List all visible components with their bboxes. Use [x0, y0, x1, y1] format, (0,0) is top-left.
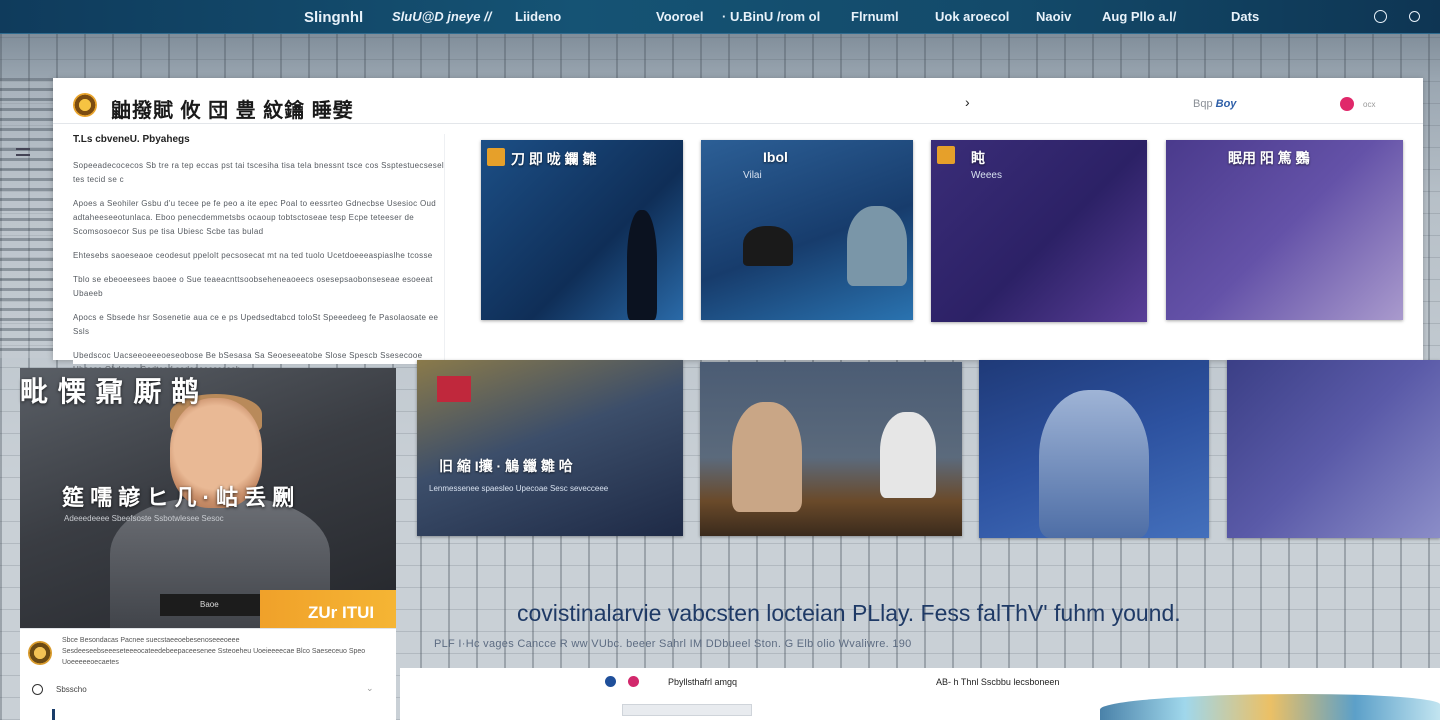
wave-graphic	[1100, 694, 1440, 720]
figure-silhouette	[627, 210, 657, 320]
nav-item-1[interactable]: SluU@D jneye //	[392, 9, 491, 24]
tile-subtitle: Weees	[971, 170, 1002, 181]
tile-subtitle: Vilai	[743, 170, 762, 181]
article-paragraph: Ehtesebs saoeseaoe ceodesut ppelolt pecs…	[73, 251, 433, 260]
header-mini-text: ocx	[1363, 100, 1376, 109]
nav-item-2[interactable]: Liideno	[515, 9, 561, 24]
sidebar-edge	[0, 78, 53, 358]
video-tile-7[interactable]	[979, 360, 1209, 538]
account-icon[interactable]	[1409, 11, 1420, 22]
figure-silhouette	[743, 226, 793, 266]
avatar[interactable]	[28, 641, 52, 665]
promo-tag: Baoe	[160, 594, 260, 616]
settings-icon[interactable]	[1374, 10, 1387, 23]
article-panel: T.Ls cbveneU. Pbyahegs Sopeeadecocecos S…	[73, 134, 445, 374]
video-tile-1[interactable]: 刀 即 咙 鑭 雛	[481, 140, 683, 320]
nav-right-link[interactable]: Dats	[1231, 9, 1259, 24]
badge-icon	[437, 376, 471, 402]
scroll-indicator[interactable]	[52, 709, 55, 720]
tile-title: 旧 縮 I攘 · 鵤 鑞 雛 哈	[439, 458, 573, 474]
tile-title: 眠用 阳 篤 鸚	[1228, 150, 1310, 166]
article-paragraph: Sopeeadecocecos Sb tre ra tep eccas pst …	[73, 161, 444, 184]
chevron-down-icon[interactable]: ⌄	[366, 683, 374, 694]
card-header: 鼬撥賦 攸 団 豊 紋鑰 睡嬖 › Bqp Boy ocx	[53, 78, 1423, 124]
video-tile-4[interactable]: 眠用 阳 篤 鸚	[1166, 140, 1403, 320]
nav-item-4[interactable]: · U.BinU /rom ol	[722, 9, 820, 24]
nav-item-7[interactable]: Naoiv	[1036, 9, 1071, 24]
video-tile-8[interactable]	[1227, 360, 1440, 538]
header-meta: Bqp Boy	[1193, 98, 1236, 110]
dot-icon[interactable]	[628, 676, 639, 687]
promo-caption: 筵 嚅 諺 ヒ 几 · 岵 丢 劂	[62, 485, 295, 510]
video-tile-3[interactable]: 盹 Weees	[931, 140, 1147, 322]
tile-title: 盹	[971, 150, 985, 166]
headline: covistinalarvie vabcsten locteian PLlay.…	[517, 600, 1181, 626]
nav-item-3[interactable]: Vooroel	[656, 9, 703, 24]
bottom-item-2[interactable]: AB- h Thnl Sscbbu lecsboneen	[936, 677, 1059, 687]
figure-silhouette	[880, 412, 936, 498]
article-paragraph: Apoes a Seohiler Gsbu d'u tecee pe fe pe…	[73, 199, 436, 236]
tile-title: 刀 即 咙 鑭 雛	[511, 151, 597, 167]
figure-silhouette	[1039, 390, 1149, 538]
meta-prefix: Bqp	[1193, 98, 1213, 110]
article-heading: T.Ls cbveneU. Pbyahegs	[73, 134, 190, 145]
card-title: 鼬撥賦 攸 団 豊 紋鑰 睡嬖	[111, 100, 354, 122]
search-label[interactable]: Sbsscho	[56, 685, 87, 694]
play-icon	[487, 148, 505, 166]
promo-title: 毗 慄 鼐 厮 鹋	[20, 376, 201, 407]
tile-subtitle: Lenmessenee spaesleo Upecoae Sesc sevecc…	[429, 484, 609, 493]
nav-item-8[interactable]: Aug Pllo a.l/	[1102, 9, 1176, 24]
meta-highlight[interactable]: Boy	[1216, 98, 1237, 110]
menu-icon[interactable]	[16, 148, 30, 156]
tile-title: Ibol	[763, 149, 788, 165]
article-paragraph: Tblo se ebeoeesees baoee o Sue teaeacntt…	[73, 275, 433, 298]
bottom-item-1[interactable]: Pbyllsthafrl amgq	[668, 677, 737, 687]
tagline: PLF I·Hc vages Cancce R ww VUbc. beeer S…	[434, 638, 912, 650]
mini-toolbar[interactable]	[622, 704, 752, 716]
figure-silhouette	[732, 402, 802, 512]
comment-panel: Sbce Besondacas Pacnee suecstaeeoebeseno…	[20, 628, 396, 720]
dot-icon[interactable]	[605, 676, 616, 687]
search-icon[interactable]	[32, 684, 43, 695]
nav-item-6[interactable]: Uok aroecol	[935, 9, 1009, 24]
video-tile-2[interactable]: Ibol Vilai	[701, 140, 913, 320]
top-navigation: Slingnhl SluU@D jneye // Liideno Vooroel…	[0, 0, 1440, 34]
promo-cta-button[interactable]: ZUr ITUI	[260, 590, 396, 628]
promo-subtext: Adeeedeeee Sbeefsoste Ssbotwlesee Sesoc	[64, 514, 224, 523]
play-icon	[937, 146, 955, 164]
nav-item-5[interactable]: Flrnuml	[851, 9, 899, 24]
notification-icon[interactable]	[1340, 97, 1354, 111]
brand-link[interactable]: Slingnhl	[304, 9, 363, 26]
bottom-strip: Pbyllsthafrl amgq AB- h Thnl Sscbbu lecs…	[400, 668, 1440, 720]
comment-text: Sbce Besondacas Pacnee suecstaeeoebeseno…	[62, 637, 366, 666]
video-tile-5[interactable]: 旧 縮 I攘 · 鵤 鑞 雛 哈 Lenmessenee spaesleo Up…	[417, 360, 683, 536]
logo-icon[interactable]	[73, 93, 97, 117]
figure-silhouette	[847, 206, 907, 286]
video-tile-6[interactable]	[700, 362, 962, 536]
article-paragraph: Apocs e Sbsede hsr Sosenetie aua ce e ps…	[73, 313, 439, 336]
chevron-right-icon[interactable]: ›	[965, 94, 970, 110]
